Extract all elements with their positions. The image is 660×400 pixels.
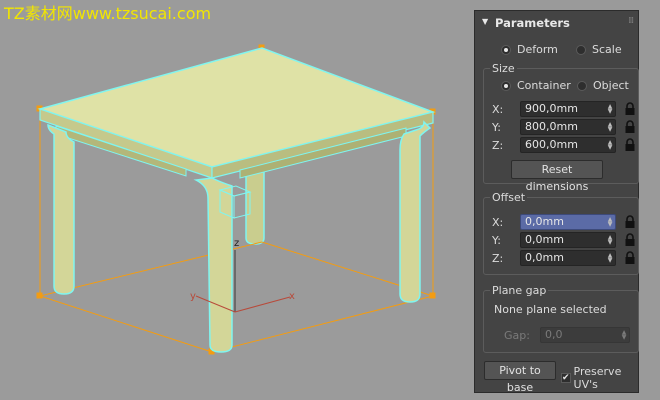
table-leg-front-center (193, 177, 233, 353)
radio-object-label: Object (593, 79, 629, 92)
viewport-scene: z y x (36, 44, 436, 355)
lock-icon[interactable] (624, 120, 636, 134)
radio-dot-icon (576, 44, 586, 55)
gap-label: Gap: (504, 329, 530, 342)
lock-icon[interactable] (624, 215, 636, 229)
axis-label-z: z (234, 238, 239, 249)
radio-scale-label: Scale (592, 43, 622, 56)
spinner-arrows-icon[interactable]: ▲ ▼ (605, 235, 615, 246)
grip-icon[interactable]: ⁞⁞ (628, 16, 634, 26)
checkmark-icon: ✔ (561, 373, 571, 383)
radio-dot-icon (577, 80, 587, 91)
table-top (37, 47, 436, 179)
size-y-value[interactable]: 800,0mm (521, 120, 605, 134)
radio-object[interactable]: Object (577, 79, 629, 92)
spinner-arrows-icon[interactable]: ▲ ▼ (605, 104, 615, 115)
size-group: Size Container Object X: 900,0mm ▲ ▼ Y: 8… (483, 62, 639, 193)
spinner-arrows-icon[interactable]: ▲ ▼ (605, 217, 615, 228)
parameters-rollout: ▼ Parameters ⁞⁞ Deform Scale Size Contai… (474, 10, 639, 394)
offset-z-value[interactable]: 0,0mm (521, 251, 605, 265)
collapse-arrow-icon[interactable]: ▼ (482, 17, 488, 26)
size-z-spinner[interactable]: 600,0mm ▲ ▼ (520, 137, 616, 153)
offset-x-label: X: (492, 216, 504, 229)
gap-value[interactable]: 0,0 (541, 328, 619, 342)
radio-scale[interactable]: Scale (576, 43, 622, 56)
offset-group-label: Offset (490, 191, 528, 204)
size-z-value[interactable]: 600,0mm (521, 138, 605, 152)
spinner-arrows-icon[interactable]: ▲ ▼ (605, 253, 615, 264)
offset-y-label: Y: (492, 234, 501, 247)
pivot-to-base-button[interactable]: Pivot to base (484, 361, 556, 394)
reset-dimensions-button[interactable]: Reset dimensions (511, 160, 603, 193)
size-group-label: Size (490, 62, 517, 75)
viewport[interactable]: z y x TZ素材网www.tzsucai.com (0, 0, 470, 400)
offset-z-label: Z: (492, 252, 504, 265)
size-y-label: Y: (492, 121, 501, 134)
offset-x-value[interactable]: 0,0mm (521, 215, 605, 229)
offset-x-spinner[interactable]: 0,0mm ▲ ▼ (520, 214, 616, 230)
size-x-spinner[interactable]: 900,0mm ▲ ▼ (520, 101, 616, 117)
rollout-header[interactable]: ▼ Parameters ⁞⁞ (475, 11, 638, 35)
spinner-arrows-icon[interactable]: ▲ ▼ (605, 122, 615, 133)
rollout-title: Parameters (495, 16, 570, 30)
offset-y-spinner[interactable]: 0,0mm ▲ ▼ (520, 232, 616, 248)
offset-y-value[interactable]: 0,0mm (521, 233, 605, 247)
offset-group: Offset X: 0,0mm ▲ ▼ Y: 0,0mm ▲ ▼ Z: 0,0mm … (483, 191, 639, 275)
plane-status-text: None plane selected (494, 303, 607, 316)
table-leg-front-left (47, 123, 75, 295)
lock-icon[interactable] (624, 138, 636, 152)
size-y-spinner[interactable]: 800,0mm ▲ ▼ (520, 119, 616, 135)
plane-gap-group-label: Plane gap (490, 284, 549, 297)
axis-label-y: y (190, 291, 196, 302)
radio-dot-icon (501, 44, 511, 55)
radio-deform-label: Deform (517, 43, 558, 56)
axis-label-x: x (289, 291, 295, 302)
radio-deform[interactable]: Deform (501, 43, 558, 56)
preserve-uvs-checkbox[interactable]: ✔ Preserve UV's (561, 365, 638, 391)
table-leg-front-right (399, 120, 432, 303)
lock-icon[interactable] (624, 233, 636, 247)
spinner-arrows-icon[interactable]: ▲ ▼ (605, 140, 615, 151)
size-x-label: X: (492, 103, 504, 116)
preserve-uvs-label: Preserve UV's (573, 365, 622, 391)
lock-icon[interactable] (624, 251, 636, 265)
size-x-value[interactable]: 900,0mm (521, 102, 605, 116)
plane-gap-group: Plane gap None plane selected Gap: 0,0 ▲… (483, 284, 639, 353)
lock-icon[interactable] (624, 102, 636, 116)
spinner-arrows-icon[interactable]: ▲ ▼ (619, 330, 629, 341)
offset-z-spinner[interactable]: 0,0mm ▲ ▼ (520, 250, 616, 266)
watermark: TZ素材网www.tzsucai.com (4, 4, 212, 23)
gap-spinner[interactable]: 0,0 ▲ ▼ (540, 327, 630, 343)
radio-container-label: Container (517, 79, 571, 92)
radio-dot-icon (501, 80, 511, 91)
radio-container[interactable]: Container (501, 79, 571, 92)
size-z-label: Z: (492, 139, 504, 152)
